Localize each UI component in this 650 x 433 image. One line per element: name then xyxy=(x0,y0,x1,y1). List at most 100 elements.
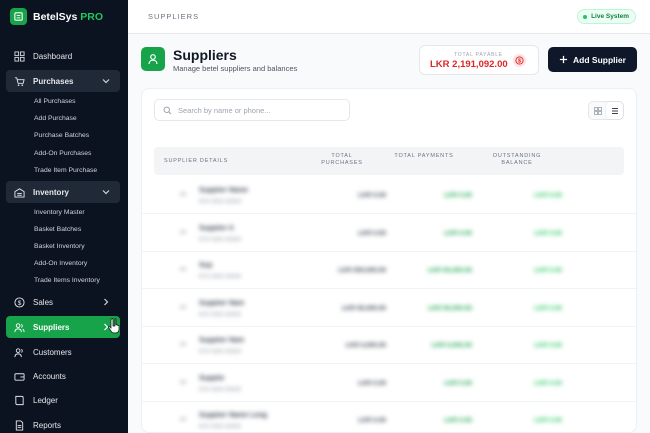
total-purchases-value: LKR 0.00 xyxy=(358,229,386,237)
sidebar-item-label: Purchases xyxy=(33,76,74,86)
chevron-down-icon xyxy=(102,190,110,195)
wallet-icon xyxy=(14,372,25,381)
outstanding-balance-value: LKR 0.00 xyxy=(534,229,562,237)
plus-icon xyxy=(559,55,568,64)
status-text: Live System xyxy=(591,13,629,20)
table-row[interactable]: ## Supplier Name 07X XXX XXXX LKR 0.00 LKR 0… xyxy=(142,177,636,214)
view-toggle xyxy=(588,101,624,120)
total-payments-value: LKR 0.00 xyxy=(444,192,472,199)
brand[interactable]: BetelSys PRO xyxy=(10,8,103,25)
store-icon xyxy=(10,8,27,25)
svg-text:$: $ xyxy=(18,299,22,306)
search-box[interactable] xyxy=(154,99,350,121)
table-row[interactable]: ## Supplier Nam 07X XXX XXXX LKR 0,000.00 LK… xyxy=(142,327,636,364)
col-supplier-details: SUPPLIER DETAILS xyxy=(164,158,229,164)
user-icon xyxy=(141,47,165,71)
sidebar-item-label: Inventory xyxy=(33,187,70,197)
sidebar-subitem-purchase-batches[interactable]: Purchase Batches xyxy=(34,132,89,139)
sidebar-item-suppliers[interactable]: Suppliers xyxy=(6,316,120,338)
sidebar-item-sales[interactable]: $ Sales xyxy=(6,291,120,313)
total-purchases-value: LKR 000,000.00 xyxy=(338,267,386,274)
supplier-name: Supplier Name Long xyxy=(199,412,268,419)
col-total-payments: TOTAL PAYMENTS xyxy=(394,153,454,159)
sidebar-item-inventory[interactable]: Inventory xyxy=(6,181,120,203)
outstanding-balance-value: LKR 0.00 xyxy=(534,192,562,199)
col-total-purchases: TOTAL PURCHASES xyxy=(321,153,363,166)
sidebar-item-reports[interactable]: Reports xyxy=(6,414,120,433)
sidebar-item-label: Ledger xyxy=(33,395,58,405)
total-payments-value: LKR 00,000.00 xyxy=(427,267,472,274)
sidebar-item-label: Sales xyxy=(33,297,54,307)
user-group-icon xyxy=(14,347,23,357)
sidebar-item-dashboard[interactable]: Dashboard xyxy=(6,45,120,67)
supplier-name: Supplie xyxy=(199,374,225,382)
supplier-name: Supplier A xyxy=(199,224,234,232)
brand-name: BetelSys PRO xyxy=(33,10,104,23)
svg-text:$: $ xyxy=(518,59,521,65)
supplier-name: Supplier Name xyxy=(199,187,249,194)
suppliers-table-card: SUPPLIER DETAILS TOTAL PURCHASES TOTAL P… xyxy=(141,88,637,433)
supplier-name: Supplier Nam xyxy=(199,299,245,307)
outstanding-balance-value: LKR 0.00 xyxy=(534,267,562,274)
supplier-phone: 07X XXX XXXX xyxy=(199,274,242,280)
total-payments-value: LKR 0,000.00 xyxy=(431,342,472,349)
sidebar-item-label: Reports xyxy=(33,420,62,430)
mouse-pointer-icon xyxy=(108,318,120,334)
outstanding-balance-value: LKR 0.00 xyxy=(534,417,562,424)
table-row[interactable]: ## Supplie 07X XXX XXXX LKR 0.00 LKR 0.00 LKR… xyxy=(142,365,636,402)
supplier-id: ## xyxy=(180,342,187,348)
table-row[interactable]: ## Sup 07X XXX XXXX LKR 000,000.00 LKR 00,00… xyxy=(142,252,636,289)
warehouse-icon xyxy=(14,187,25,198)
sidebar-subitem-addon-purchases[interactable]: Add-On Purchases xyxy=(34,150,91,157)
total-payments-value: LKR 0.00 xyxy=(444,229,472,237)
sidebar-subitem-all-purchases[interactable]: All Purchases xyxy=(34,98,76,105)
status-badge: Live System xyxy=(577,9,636,24)
sidebar-item-accounts[interactable]: Accounts xyxy=(6,365,120,387)
supplier-id: ## xyxy=(180,379,187,386)
sidebar: BetelSys PRO Dashboard Purchases All Pur… xyxy=(0,0,128,433)
add-supplier-button[interactable]: Add Supplier xyxy=(548,47,637,72)
breadcrumb: SUPPLIERS xyxy=(148,12,200,21)
page-title: Suppliers xyxy=(173,47,237,63)
sidebar-item-purchases[interactable]: Purchases xyxy=(6,70,120,92)
cart-icon xyxy=(14,76,25,86)
table-row[interactable]: ## Supplier A 07X XXX XXXX LKR 0.00 LKR 0.00… xyxy=(142,215,636,252)
supplier-phone: 07X XXX XXXX xyxy=(199,311,242,318)
sidebar-item-ledger[interactable]: Ledger xyxy=(6,389,120,411)
table-row[interactable]: ## Supplier Nam 07X XXX XXXX LKR 00,000.00 L… xyxy=(142,290,636,327)
outstanding-balance-value: LKR 0.00 xyxy=(534,304,562,312)
sidebar-subitem-basket-batches[interactable]: Basket Batches xyxy=(34,226,81,233)
table-row[interactable]: ## Supplier Name Long 07X XXX XXXX LKR 0.00… xyxy=(142,402,636,432)
currency-icon: $ xyxy=(513,54,526,67)
supplier-id: ## xyxy=(180,192,187,198)
list-view-icon[interactable] xyxy=(606,102,623,119)
add-supplier-label: Add Supplier xyxy=(573,54,626,65)
sidebar-subitem-addon-inventory[interactable]: Add-On Inventory xyxy=(34,260,87,267)
total-purchases-value: LKR 0.00 xyxy=(358,379,386,387)
search-input[interactable] xyxy=(178,105,348,115)
total-purchases-value: LKR 0.00 xyxy=(358,192,386,199)
supplier-phone: 07X XXX XXXX xyxy=(199,199,242,205)
book-icon xyxy=(15,395,24,405)
sidebar-subitem-basket-inventory[interactable]: Basket Inventory xyxy=(34,243,85,250)
sidebar-subitem-trade-items-inventory[interactable]: Trade Items Inventory xyxy=(34,277,100,284)
supplier-name: Sup xyxy=(199,262,213,269)
total-purchases-value: LKR 00,000.00 xyxy=(341,304,386,312)
grid-view-icon[interactable] xyxy=(589,102,606,119)
table-header: SUPPLIER DETAILS TOTAL PURCHASES TOTAL P… xyxy=(154,147,624,175)
sidebar-subitem-inventory-master[interactable]: Inventory Master xyxy=(34,209,85,216)
sidebar-item-customers[interactable]: Customers xyxy=(6,341,120,363)
total-purchases-value: LKR 0.00 xyxy=(358,417,386,424)
main-content: SUPPLIERS Live System Suppliers Manage b… xyxy=(108,0,650,433)
page-subtitle: Manage betel suppliers and balances xyxy=(173,64,298,73)
total-payable-value: LKR 2,191,092.00 xyxy=(430,59,508,70)
dollar-icon: $ xyxy=(14,296,25,308)
document-icon xyxy=(15,419,24,431)
total-payable-card: TOTAL PAYABLE LKR 2,191,092.00 $ xyxy=(419,45,539,75)
supplier-phone: 07X XXX XXXX xyxy=(199,424,242,430)
outstanding-balance-value: LKR 0.00 xyxy=(534,379,562,387)
sidebar-subitem-trade-item-purchase[interactable]: Trade Item Purchase xyxy=(34,167,97,174)
search-icon xyxy=(163,106,172,114)
supplier-id: ## xyxy=(180,229,187,236)
sidebar-subitem-add-purchase[interactable]: Add Purchase xyxy=(34,115,77,122)
